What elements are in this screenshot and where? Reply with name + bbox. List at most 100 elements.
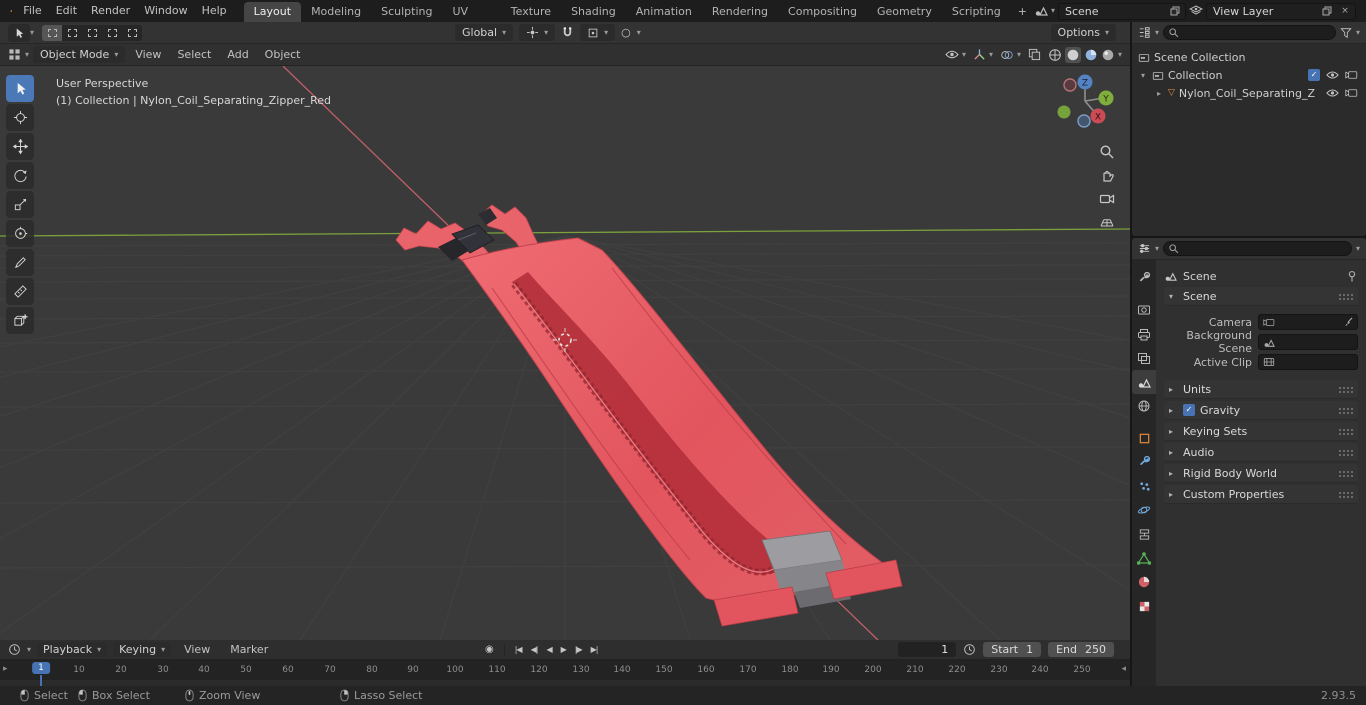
tab-modifiers[interactable] — [1132, 450, 1156, 474]
tab-object[interactable] — [1132, 426, 1156, 450]
editor-type-arrow-icon[interactable]: ▾ — [25, 50, 29, 59]
show-overlays-icon[interactable] — [1000, 49, 1014, 61]
play-reverse-button[interactable]: ◀ — [543, 644, 554, 655]
panel-audio[interactable]: ▸ Audio — [1164, 443, 1358, 462]
transform-orientation-dropdown[interactable]: Global ▾ — [455, 24, 514, 41]
tool-measure-button[interactable] — [6, 278, 34, 305]
workspace-tab-sculpting[interactable]: Sculpting — [371, 2, 442, 22]
scene-name-field[interactable]: Scene — [1058, 2, 1186, 20]
properties-editor-icon[interactable] — [1138, 242, 1151, 255]
properties-editor-arrow-icon[interactable]: ▾ — [1155, 244, 1159, 253]
background-scene-input[interactable] — [1258, 334, 1358, 350]
proportional-falloff-arrow-icon[interactable]: ▾ — [637, 28, 641, 37]
outliner-editor-arrow-icon[interactable]: ▾ — [1155, 28, 1159, 37]
new-scene-button[interactable] — [1168, 5, 1182, 18]
timeline-editor-icon[interactable] — [8, 643, 21, 656]
active-tool-icon[interactable] — [8, 23, 30, 42]
camera-view-icon[interactable] — [1099, 192, 1115, 206]
shading-rendered-icon[interactable] — [1101, 48, 1115, 62]
outliner-search-input[interactable] — [1163, 25, 1336, 40]
workspace-tab-layout[interactable]: Layout — [243, 2, 302, 22]
tab-object-data[interactable] — [1132, 546, 1156, 570]
axis-neg-z-ball[interactable] — [1077, 114, 1091, 128]
workspace-tab-shading[interactable]: Shading — [561, 2, 626, 22]
workspace-tab-animation[interactable]: Animation — [626, 2, 702, 22]
blender-logo-icon[interactable] — [10, 4, 13, 18]
outliner-row-collection[interactable]: ▾ Collection ✓ — [1132, 66, 1366, 84]
eyedropper-icon[interactable] — [1342, 317, 1353, 328]
properties-search-input[interactable] — [1163, 241, 1352, 256]
panel-rigid-body-world[interactable]: ▸ Rigid Body World — [1164, 464, 1358, 483]
tool-transform-button[interactable] — [6, 220, 34, 247]
prev-keyframe-button[interactable]: ◀| — [528, 644, 541, 655]
outliner-filter-icon[interactable] — [1340, 27, 1352, 39]
options-dropdown[interactable]: Options ▾ — [1050, 24, 1116, 41]
outliner-options-arrow-icon[interactable]: ▾ — [1356, 28, 1360, 37]
panel-gravity[interactable]: ▸ ✓ Gravity — [1164, 401, 1358, 420]
select-mode-subtract-button[interactable] — [82, 25, 102, 41]
menu-window[interactable]: Window — [137, 0, 194, 22]
frame-start-field[interactable]: Start 1 — [983, 642, 1042, 657]
tab-texture[interactable] — [1132, 594, 1156, 618]
gizmo-arrow-icon[interactable]: ▾ — [989, 50, 993, 59]
viewport-canvas[interactable] — [0, 66, 1130, 640]
keying-dropdown[interactable]: Keying ▾ — [113, 642, 172, 657]
auto-keyframe-button[interactable]: ◉ — [482, 643, 497, 656]
shading-wireframe-icon[interactable] — [1048, 48, 1062, 62]
active-tool-arrow-icon[interactable]: ▾ — [30, 28, 34, 37]
menu-help[interactable]: Help — [195, 0, 234, 22]
xray-toggle-icon[interactable] — [1028, 48, 1041, 61]
object-disable-render-icon[interactable] — [1345, 88, 1358, 98]
workspace-tab-modeling[interactable]: Modeling — [301, 2, 371, 22]
zoom-icon[interactable] — [1099, 144, 1115, 160]
overlays-arrow-icon[interactable]: ▾ — [1017, 50, 1021, 59]
view-menu[interactable]: View — [129, 44, 167, 66]
collection-expand-icon[interactable]: ▾ — [1138, 71, 1148, 80]
collection-disable-render-icon[interactable] — [1345, 70, 1358, 80]
menu-edit[interactable]: Edit — [49, 0, 84, 22]
menu-render[interactable]: Render — [84, 0, 137, 22]
workspace-tab-geometry-nodes[interactable]: Geometry Nodes — [867, 2, 942, 38]
panel-scene-header[interactable]: ▾ Scene — [1164, 287, 1358, 306]
browse-scene-arrow-icon[interactable]: ▾ — [1051, 7, 1055, 15]
timeline-view-menu[interactable]: View — [177, 639, 217, 661]
viewport[interactable]: User Perspective (1) Collection | Nylon_… — [0, 66, 1130, 640]
timeline-ruler[interactable]: 10 20 30 40 50 60 70 80 90 100 110 120 1… — [0, 660, 1130, 680]
panel-drag-dots[interactable] — [1338, 490, 1353, 498]
object-visibility-icon[interactable] — [945, 49, 959, 60]
remove-view-layer-button[interactable]: × — [1338, 5, 1352, 18]
pivot-point-dropdown[interactable]: ▾ — [519, 24, 556, 41]
new-view-layer-button[interactable] — [1320, 5, 1334, 18]
tool-annotate-button[interactable] — [6, 249, 34, 276]
snap-target-dropdown[interactable]: ▾ — [580, 24, 616, 41]
properties-options-arrow-icon[interactable]: ▾ — [1356, 244, 1360, 253]
tool-add-primitive-button[interactable] — [6, 307, 34, 334]
panel-drag-dots[interactable] — [1338, 469, 1353, 477]
object-menu[interactable]: Object — [259, 44, 307, 66]
jump-to-end-button[interactable]: ▶| — [588, 644, 601, 655]
tab-output[interactable] — [1132, 322, 1156, 346]
editor-type-icon[interactable] — [8, 48, 21, 61]
menu-file[interactable]: File — [16, 0, 48, 22]
frame-end-field[interactable]: End 250 — [1048, 642, 1114, 657]
object-expand-icon[interactable]: ▸ — [1154, 89, 1164, 98]
workspace-tab-compositing[interactable]: Compositing — [778, 2, 867, 22]
tab-tool[interactable] — [1132, 266, 1156, 290]
proportional-editing-icon[interactable]: ○ — [621, 26, 631, 39]
jump-to-start-button[interactable]: |◀ — [512, 644, 525, 655]
ruler-left-arrow-icon[interactable]: ▸ — [3, 664, 8, 674]
select-mode-new-button[interactable] — [42, 24, 63, 41]
panel-drag-dots[interactable] — [1338, 292, 1353, 300]
outliner-row-object[interactable]: ▸ ▽ Nylon_Coil_Separating_Z — [1132, 84, 1366, 102]
tab-render[interactable] — [1132, 298, 1156, 322]
pan-hand-icon[interactable] — [1099, 168, 1115, 184]
pin-id-icon[interactable] — [1346, 270, 1358, 283]
workspace-tab-texture-paint[interactable]: Texture Paint — [501, 2, 561, 38]
axis-neg-y-ball[interactable] — [1057, 105, 1071, 119]
panel-drag-dots[interactable] — [1338, 427, 1353, 435]
select-menu[interactable]: Select — [171, 44, 217, 66]
add-workspace-button[interactable]: + — [1011, 2, 1034, 22]
tab-view-layer[interactable] — [1132, 346, 1156, 370]
show-gizmo-icon[interactable] — [973, 48, 986, 61]
shading-solid-icon[interactable] — [1064, 46, 1081, 63]
